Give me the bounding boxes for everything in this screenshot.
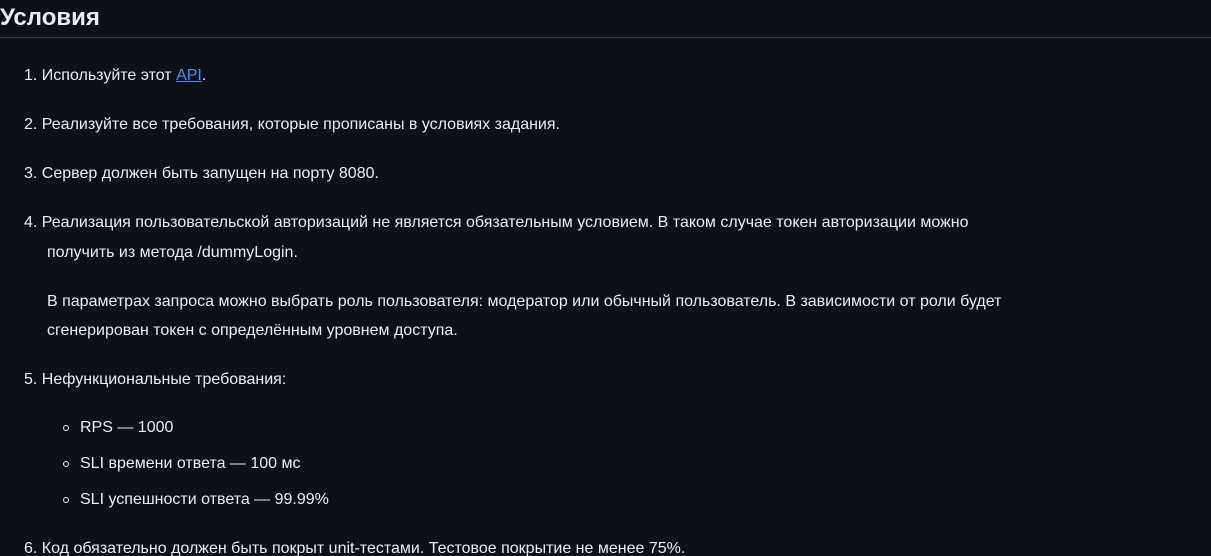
list-item-3: 3. Сервер должен быть запущен на порту 8… bbox=[24, 164, 379, 184]
item-5-text: Нефункциональные требования: bbox=[41, 371, 287, 388]
circle-bullet-icon bbox=[63, 497, 69, 503]
item-4-number: 4. bbox=[24, 214, 38, 231]
item-5-number: 5. bbox=[24, 371, 38, 388]
subitem-rps: RPS — 1000 bbox=[80, 419, 174, 436]
item-4-paragraph-line1: В параметрах запроса можно выбрать роль … bbox=[47, 293, 1002, 310]
list-item-6: 6. Код обязательно должен быть покрыт un… bbox=[24, 539, 685, 556]
list-item-2: 2. Реализуйте все требования, которые пр… bbox=[24, 115, 560, 135]
item-1-number: 1. bbox=[24, 67, 38, 84]
item-4-paragraph-line2: сгенерирован токен с определённым уровне… bbox=[47, 322, 458, 339]
item-1-text: Используйте этот bbox=[41, 67, 172, 84]
item-3-number: 3. bbox=[24, 165, 38, 182]
heading-divider bbox=[0, 37, 1211, 38]
item-2-number: 2. bbox=[24, 116, 38, 133]
document-page: Условия 1. Используйте этот API. 2. Реал… bbox=[0, 0, 1211, 556]
subitem-sli-latency: SLI времени ответа — 100 мс bbox=[80, 455, 301, 472]
subitem-sli-success: SLI успешности ответа — 99.99% bbox=[80, 491, 329, 508]
item-6-text: Код обязательно должен быть покрыт unit-… bbox=[41, 540, 686, 556]
item-6-number: 6. bbox=[24, 540, 38, 556]
list-item-4: 4. Реализация пользовательской авторизац… bbox=[24, 213, 968, 233]
item-4-text-line2: получить из метода /dummyLogin. bbox=[47, 244, 298, 261]
circle-bullet-icon bbox=[63, 425, 69, 431]
circle-bullet-icon bbox=[63, 461, 69, 467]
section-heading: Условия bbox=[0, 4, 100, 31]
item-3-text: Сервер должен быть запущен на порту 8080… bbox=[41, 165, 379, 182]
item-2-text: Реализуйте все требования, которые пропи… bbox=[41, 116, 560, 133]
item-1-period: . bbox=[201, 67, 207, 84]
item-4-text-line1: Реализация пользовательской авторизаций … bbox=[41, 214, 969, 231]
list-item-5: 5. Нефункциональные требования: bbox=[24, 370, 286, 390]
api-link[interactable]: API bbox=[176, 67, 202, 84]
list-item-1: 1. Используйте этот API. bbox=[24, 66, 206, 86]
